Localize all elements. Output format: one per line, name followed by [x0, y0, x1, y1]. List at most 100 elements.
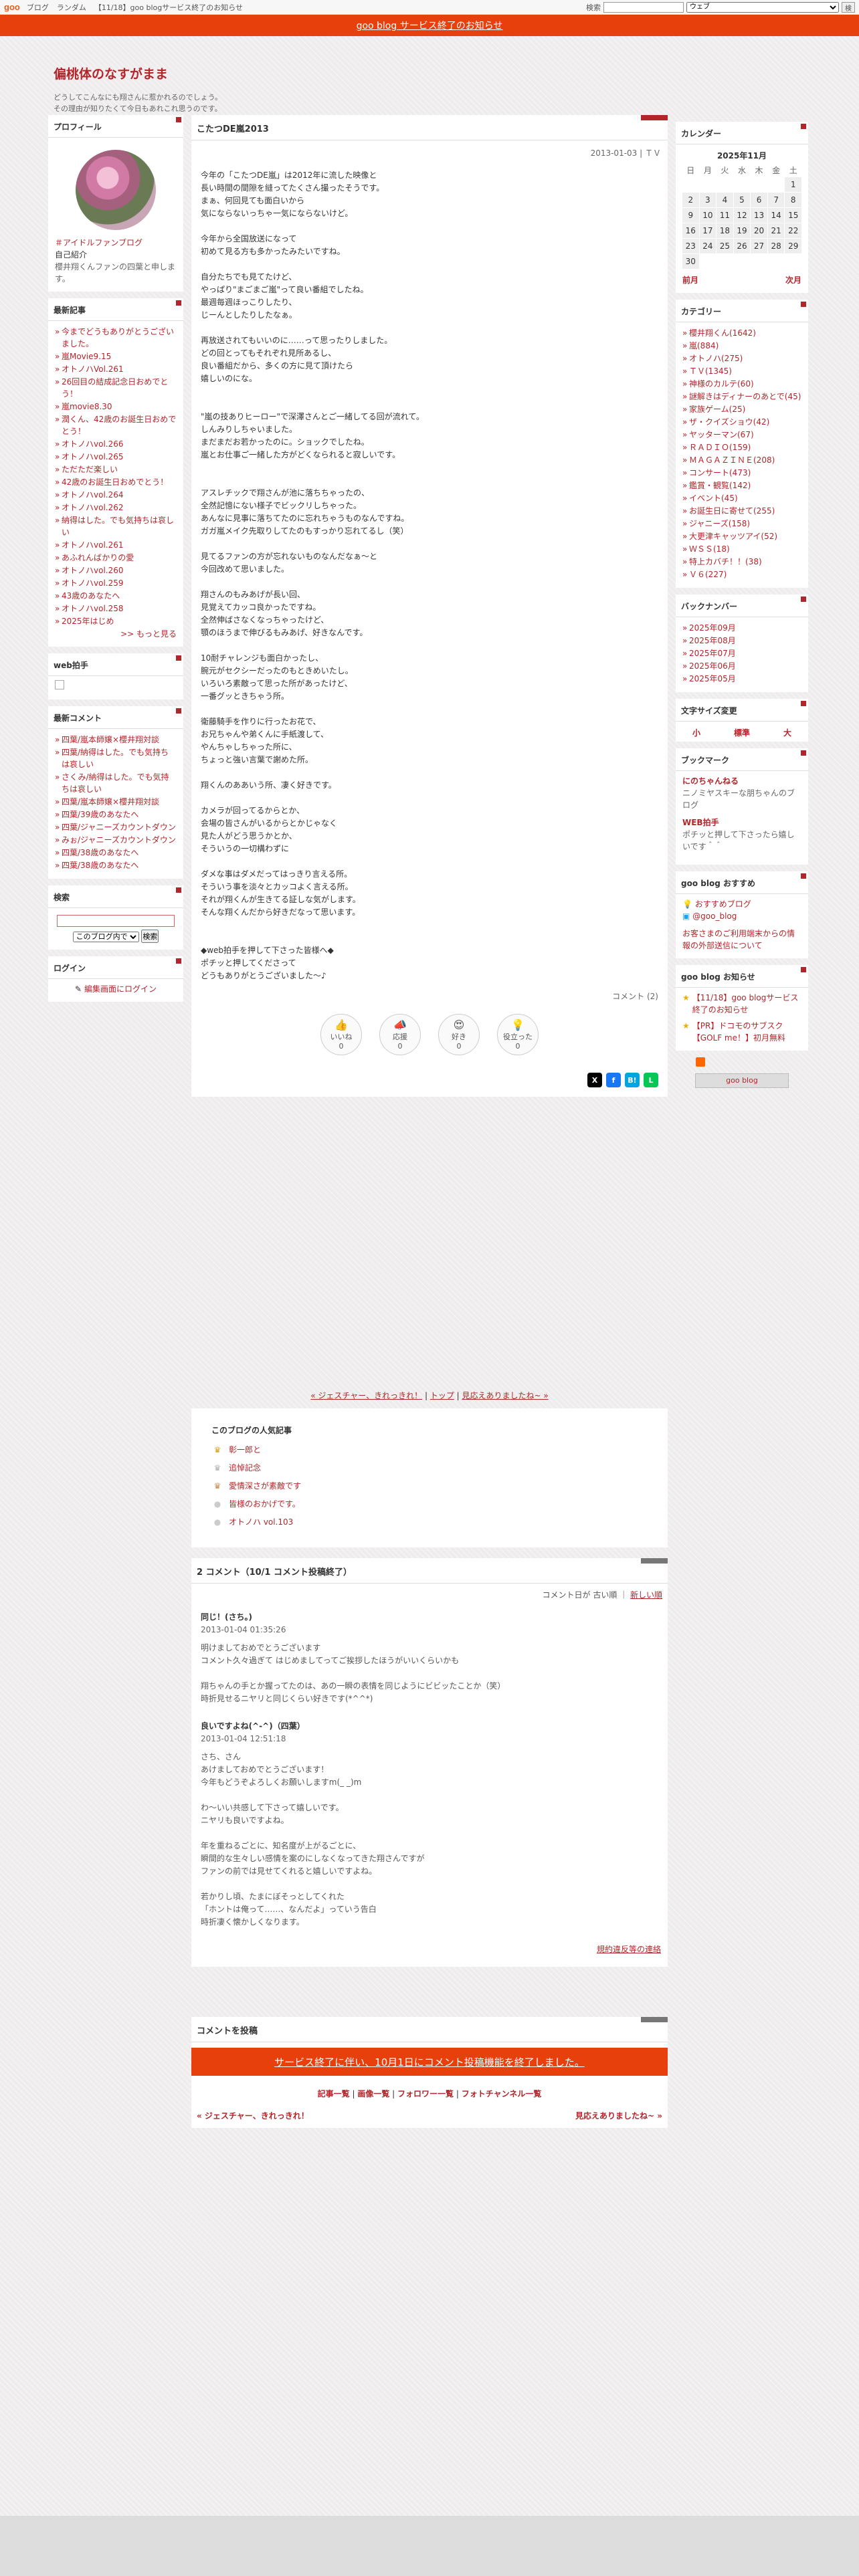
category-link[interactable]: ＭＡＧＡＺＩＮＥ(208) — [689, 455, 775, 465]
font-mid-button[interactable]: 標準 — [734, 727, 750, 739]
prev-entry-link[interactable]: « ジェスチャー、きれっきれ！ — [310, 1391, 422, 1400]
recent-post-link[interactable]: 42歳のお誕生日おめでとう！ — [62, 477, 168, 487]
webclap-image-icon[interactable] — [55, 680, 64, 689]
popular-post-link[interactable]: 彰一郎と — [229, 1444, 261, 1455]
more-posts-link[interactable]: >> もっと見る — [120, 629, 177, 639]
follower-list-link[interactable]: フォロワー一覧 — [397, 2089, 454, 2099]
fan-blog-link[interactable]: ＃アイドルファンブログ — [55, 238, 142, 247]
recent-comment-link[interactable]: 四葉/嵐本師嬢×櫻井翔対談 — [62, 735, 159, 744]
recent-post-link[interactable]: オトノハvol.265 — [62, 452, 124, 461]
report-link[interactable]: 規約違反等の連絡 — [597, 1945, 661, 1954]
category-link[interactable]: 特上カバチ！！(38) — [689, 557, 762, 566]
recent-post-link[interactable]: オトノハvol.264 — [62, 490, 124, 500]
bookmark-link[interactable]: WEB拍手 — [682, 818, 719, 827]
topbar-search-button[interactable]: 検 — [842, 1, 855, 13]
blog-search-scope[interactable]: このブログ内で — [72, 932, 139, 942]
recent-comment-link[interactable]: 四葉/ジャニーズカウントダウン — [62, 823, 176, 832]
recent-post-link[interactable]: 26回目の結成記念日おめでとう！ — [62, 377, 168, 399]
category-link[interactable]: ザ・クイズショウ(42) — [689, 417, 769, 427]
category-link[interactable]: ジャニーズ(158) — [689, 519, 750, 528]
recent-post-link[interactable]: 潤くん、42歳のお誕生日おめでとう！ — [62, 415, 176, 436]
backnumber-link[interactable]: 2025年07月 — [689, 649, 736, 658]
image-list-link[interactable]: 画像一覧 — [357, 2089, 389, 2099]
entry-category-link[interactable]: ＴＶ — [645, 148, 661, 158]
news-link-1[interactable]: 【11/18】goo blogサービス終了のお知らせ — [692, 992, 801, 1016]
category-link[interactable]: 鑑賞・観覧(142) — [689, 481, 751, 490]
backnumber-link[interactable]: 2025年05月 — [689, 674, 736, 683]
x-share-icon[interactable]: X — [587, 1073, 602, 1087]
calendar-next-link[interactable]: 次月 — [785, 274, 801, 286]
calendar-prev-link[interactable]: 前月 — [682, 274, 698, 286]
category-link[interactable]: ヤッターマン(67) — [689, 430, 754, 439]
rss-icon[interactable] — [696, 1057, 705, 1067]
category-link[interactable]: 家族ゲーム(25) — [689, 405, 745, 414]
category-link[interactable]: 嵐(884) — [689, 341, 719, 350]
recent-comment-link[interactable]: みぉ/ジャニーズカウントダウン — [62, 835, 176, 845]
recent-post-link[interactable]: オトノハvol.261 — [62, 540, 124, 550]
recent-post-link[interactable]: 嵐movie8.30 — [62, 402, 112, 411]
category-link[interactable]: 大更津キャッツアイ(52) — [689, 532, 777, 541]
goo-logo[interactable]: goo — [4, 2, 20, 12]
goo-blog-button[interactable]: goo blog — [695, 1073, 789, 1088]
top-link[interactable]: トップ — [430, 1391, 454, 1400]
goo-blog-twitter-link[interactable]: @goo_blog — [692, 911, 737, 921]
reaction-button[interactable]: 👍 いいね 0 — [320, 1014, 362, 1055]
news-link-2[interactable]: 【PR】ドコモのサブスク【GOLF me！】初月無料 — [692, 1020, 801, 1044]
recent-comment-link[interactable]: 四葉/納得はした。でも気持ちは哀しい — [62, 748, 169, 769]
backnumber-link[interactable]: 2025年08月 — [689, 636, 736, 645]
recent-comment-link[interactable]: 四葉/39歳のあなたへ — [62, 810, 138, 819]
recent-comment-link[interactable]: 四葉/38歳のあなたへ — [62, 848, 138, 857]
blog-search-button[interactable]: 検索 — [141, 930, 159, 943]
recent-post-link[interactable]: あふれんばかりの愛 — [62, 553, 134, 562]
recent-post-link[interactable]: 嵐Movie9.15 — [62, 352, 111, 361]
recent-post-link[interactable]: 納得はした。でも気持ちは哀しい — [62, 516, 174, 537]
font-small-button[interactable]: 小 — [692, 727, 700, 739]
popular-post-link[interactable]: 愛情深さが素敵です — [229, 1480, 301, 1491]
font-large-button[interactable]: 大 — [783, 727, 791, 739]
recent-post-link[interactable]: オトノハvol.259 — [62, 578, 124, 588]
comment-end-link[interactable]: サービス終了に伴い、10月1日にコメント投稿機能を終了しました。 — [274, 2055, 585, 2069]
recent-comment-link[interactable]: さくみ/納得はした。でも気持ちは哀しい — [62, 772, 169, 794]
recent-post-link[interactable]: オトノハvol.262 — [62, 503, 124, 512]
line-share-icon[interactable]: L — [644, 1073, 658, 1087]
photo-channel-link[interactable]: フォトチャンネル一覧 — [462, 2089, 542, 2099]
backnumber-link[interactable]: 2025年06月 — [689, 661, 736, 671]
reaction-button[interactable]: 😍 好き 0 — [438, 1014, 480, 1055]
category-link[interactable]: Ｖ６(227) — [689, 570, 727, 579]
category-link[interactable]: 神様のカルテ(60) — [689, 379, 754, 389]
recent-post-link[interactable]: オトノハvol.266 — [62, 439, 124, 449]
category-link[interactable]: ＲＡＤＩＯ(159) — [689, 443, 751, 452]
external-info-link[interactable]: お客さまのご利用端末からの情報の外部送信について — [682, 929, 795, 950]
recent-post-link[interactable]: 今までどうもありがとうございました。 — [62, 327, 174, 348]
topbar-search-input[interactable] — [603, 1, 684, 13]
recent-comment-link[interactable]: 四葉/嵐本師嬢×櫻井翔対談 — [62, 797, 159, 807]
backnumber-link[interactable]: 2025年09月 — [689, 623, 736, 633]
sort-old[interactable]: 古い順 — [593, 1590, 617, 1600]
facebook-share-icon[interactable]: f — [606, 1073, 621, 1087]
blog-search-input[interactable] — [57, 915, 175, 927]
recent-post-link[interactable]: ただただ楽しい — [62, 465, 118, 474]
sort-new-link[interactable]: 新しい順 — [630, 1590, 662, 1600]
hatena-share-icon[interactable]: B! — [625, 1073, 640, 1087]
bottom-prev-link[interactable]: « ジェスチャー、きれっきれ！ — [197, 2110, 309, 2121]
recent-post-link[interactable]: 43歳のあなたへ — [62, 591, 120, 601]
login-link[interactable]: 編集画面にログイン — [84, 984, 157, 994]
category-link[interactable]: 謎解きはディナーのあとで(45) — [689, 392, 801, 401]
recent-comment-link[interactable]: 四葉/38歳のあなたへ — [62, 861, 138, 870]
recent-post-link[interactable]: オトノハvol.260 — [62, 566, 124, 575]
topbar-link-notice[interactable]: 【11/18】goo blogサービス終了のお知らせ — [94, 2, 243, 13]
topbar-link-blog[interactable]: ブログ — [27, 2, 49, 13]
recent-post-link[interactable]: オトノハVol.261 — [62, 364, 124, 374]
category-link[interactable]: お誕生日に寄せて(255) — [689, 506, 775, 516]
next-entry-link[interactable]: 見応えありましたね~ » — [462, 1391, 549, 1400]
category-link[interactable]: コンサート(473) — [689, 468, 751, 477]
popular-post-link[interactable]: 追悼記念 — [229, 1462, 261, 1473]
reaction-button[interactable]: 📣 応援 0 — [379, 1014, 421, 1055]
category-link[interactable]: オトノハ(275) — [689, 354, 743, 363]
category-link[interactable]: ＴＶ(1345) — [689, 366, 732, 376]
entry-list-link[interactable]: 記事一覧 — [318, 2089, 350, 2099]
service-end-link[interactable]: goo blog サービス終了のお知らせ — [357, 19, 503, 32]
comment-count-link[interactable]: コメント (2) — [612, 992, 658, 1001]
recommend-blog-link[interactable]: おすすめブログ — [695, 899, 751, 909]
bottom-next-link[interactable]: 見応えありましたね~ » — [575, 2110, 662, 2121]
